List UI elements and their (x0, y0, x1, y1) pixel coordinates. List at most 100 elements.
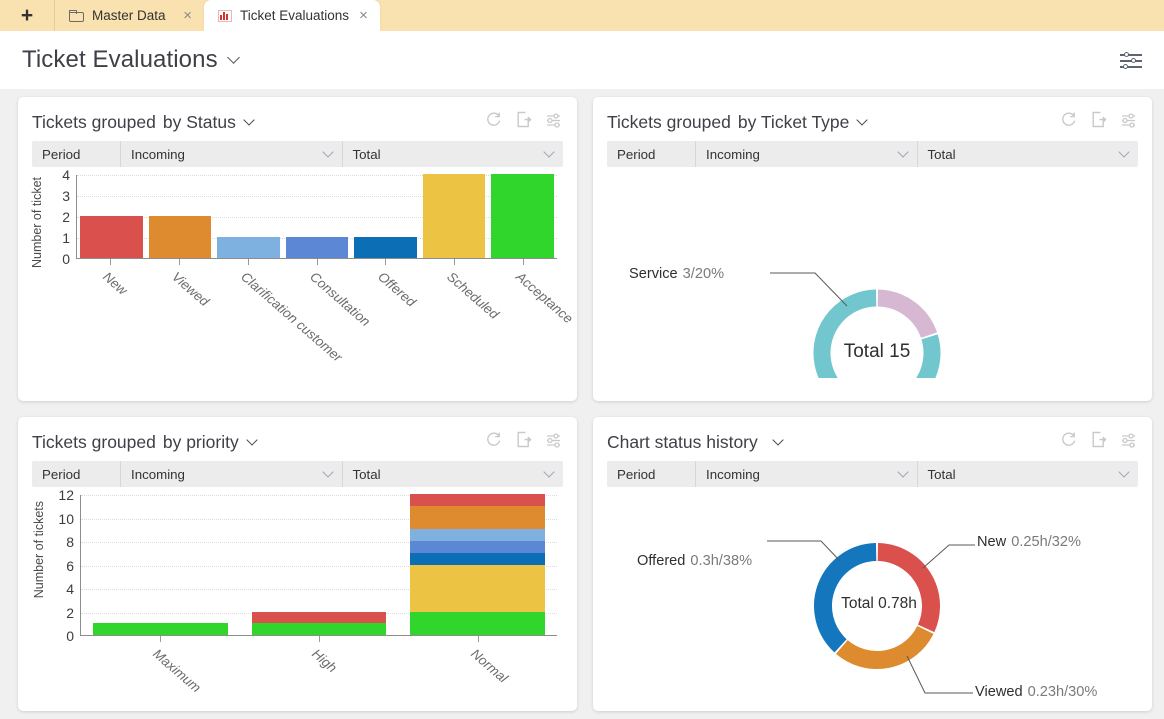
x-tick (239, 636, 398, 642)
y-tick-label: 12 (58, 487, 74, 503)
plot-area: 0 2 4 6 8 10 12 Maximum High Normal (54, 488, 563, 695)
bar-column[interactable] (214, 175, 283, 258)
bars-container (80, 494, 557, 636)
x-tick-label: Normal (467, 646, 511, 686)
refresh-icon[interactable] (485, 111, 502, 133)
filter-period-label: Period (617, 146, 656, 162)
panel-title-sub: by Status (162, 111, 236, 132)
donut-slice[interactable] (835, 625, 934, 669)
refresh-icon[interactable] (1060, 431, 1077, 453)
panel-title[interactable]: Chart status history (607, 432, 784, 453)
chevron-down-icon (543, 466, 555, 478)
filter-total-select[interactable]: Total (916, 461, 1139, 487)
panel-actions (1060, 431, 1138, 453)
filter-total-select[interactable]: Total (341, 461, 564, 487)
x-tick (76, 259, 145, 265)
callout-value: 0.23h/30% (1027, 684, 1098, 700)
y-tick-label: 3 (62, 188, 70, 204)
panel-title[interactable]: Tickets grouped by priority (32, 431, 258, 453)
filter-incoming-select[interactable]: Incoming (695, 141, 917, 167)
panel-actions (485, 111, 563, 133)
filter-incoming-select[interactable]: Incoming (120, 461, 342, 487)
x-tick-label: Scheduled (444, 269, 502, 322)
donut-slice[interactable] (877, 289, 938, 339)
chevron-down-icon[interactable] (226, 51, 240, 64)
bar-column[interactable] (420, 174, 489, 258)
y-tick-label: 6 (66, 557, 74, 574)
bar-column[interactable] (398, 494, 557, 635)
panel-title-sub: by priority (162, 431, 239, 452)
panel-settings-icon[interactable] (1120, 432, 1138, 453)
export-icon[interactable] (515, 431, 532, 453)
x-tick-label: Clarification customer (237, 269, 345, 365)
refresh-icon[interactable] (485, 431, 502, 453)
y-axis-ticks: 0 2 4 6 8 10 12 (54, 488, 76, 643)
bar-chart-icon (218, 9, 232, 22)
chevron-down-icon[interactable] (243, 113, 255, 126)
panel-title[interactable]: Tickets grouped by Status (32, 111, 255, 133)
chevron-down-icon (543, 146, 555, 158)
chevron-down-icon[interactable] (772, 433, 784, 446)
callout-value: 0.25h/32% (1011, 534, 1081, 550)
bar-column[interactable] (351, 175, 420, 258)
filter-total-select[interactable]: Total (341, 141, 564, 167)
bar-column[interactable] (146, 175, 215, 258)
y-axis-ticks: 0 1 2 3 4 (50, 168, 72, 266)
donut-callout-viewed: Viewed 0.23h/30% (975, 684, 1097, 700)
y-tick-label: 2 (66, 604, 74, 621)
x-tick (213, 259, 282, 265)
y-axis-label: Number of tickets (32, 501, 46, 599)
dashboard-settings-icon[interactable] (1120, 51, 1142, 69)
chevron-down-icon[interactable] (246, 433, 258, 446)
tab-ticket-evaluations[interactable]: Ticket Evaluations × (204, 0, 380, 31)
folder-icon (69, 9, 84, 22)
callout-value: 0.3h/38% (690, 553, 753, 569)
tab-master-data[interactable]: Master Data × (54, 0, 204, 31)
bar-segment (251, 611, 387, 624)
page-title-group[interactable]: Ticket Evaluations (22, 46, 240, 74)
export-icon[interactable] (515, 111, 532, 133)
refresh-icon[interactable] (1060, 111, 1077, 133)
panel-title-lead: Tickets grouped (32, 111, 156, 132)
panel-settings-icon[interactable] (545, 112, 563, 133)
export-icon[interactable] (1090, 111, 1107, 133)
x-tick-label: High (308, 646, 340, 676)
bar-segment (80, 216, 143, 258)
bar-column[interactable] (81, 495, 240, 635)
chevron-down-icon (896, 466, 909, 478)
close-icon[interactable]: × (181, 8, 194, 23)
chevron-down-icon[interactable] (856, 113, 869, 126)
filter-period-label: Period (617, 466, 656, 482)
chevron-down-icon (321, 466, 334, 478)
x-tick (420, 259, 489, 265)
donut-slice[interactable] (877, 543, 940, 633)
panel-tickets-by-ticket-type: Tickets grouped by Ticket Type Period Inc… (593, 97, 1152, 437)
x-tick (351, 259, 420, 265)
panel-title[interactable]: Tickets grouped by Ticket Type (607, 112, 869, 133)
bars-container (76, 174, 557, 259)
y-tick-label: 0 (66, 628, 74, 644)
donut-callout-offered: Offered 0.3h/38% (637, 553, 752, 569)
bar-column[interactable] (283, 175, 352, 258)
panel-settings-icon[interactable] (1120, 112, 1138, 133)
export-icon[interactable] (1090, 431, 1107, 453)
filter-total-select[interactable]: Total (916, 141, 1139, 167)
panel-settings-icon[interactable] (545, 432, 563, 453)
filter-period-label: Period (42, 146, 81, 162)
browser-tab-strip: + Master Data × Ticket Evaluations × (0, 0, 1164, 31)
filter-incoming-select[interactable]: Incoming (695, 461, 917, 487)
panel-filter-bar: Period Incoming Total (32, 141, 563, 167)
chart-tickets-by-priority: Number of tickets 0 2 4 6 8 10 12 Maximum High N… (32, 488, 563, 695)
new-tab-button[interactable]: + (0, 0, 54, 31)
panel-title-lead: Tickets grouped (32, 431, 156, 452)
x-tick (488, 259, 557, 265)
y-tick-label: 2 (62, 209, 70, 225)
panel-actions (1060, 111, 1138, 133)
bar-column[interactable] (77, 175, 146, 258)
panel-filter-bar: Period Incoming Total (32, 461, 563, 487)
bar-column[interactable] (240, 495, 399, 635)
close-icon[interactable]: × (357, 8, 370, 23)
filter-incoming-select[interactable]: Incoming (120, 141, 342, 167)
panel-header: Chart status history (607, 427, 1138, 457)
bar-column[interactable] (488, 174, 557, 258)
